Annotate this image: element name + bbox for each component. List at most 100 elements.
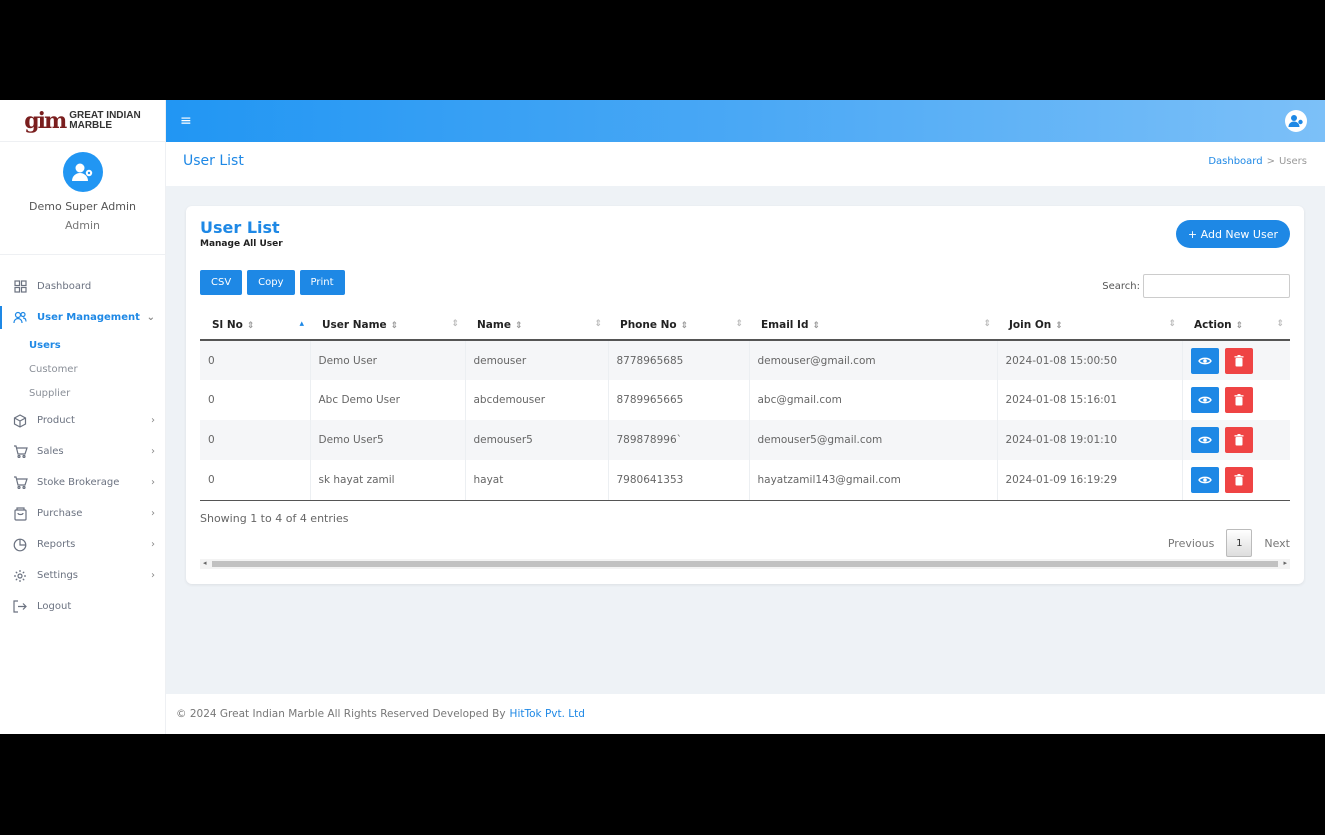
app-window: gim GREAT INDIAN MARBLE Demo Super Admin… <box>0 100 1325 734</box>
cell-user-name: sk hayat zamil <box>310 460 466 501</box>
column-join-on[interactable]: Join On ⇕ ⇕ <box>997 310 1182 341</box>
sort-icon: ⇕ <box>1055 320 1063 331</box>
sidebar: gim GREAT INDIAN MARBLE Demo Super Admin… <box>0 100 166 734</box>
scrollbar-thumb[interactable] <box>212 561 1278 567</box>
logo-mark: gim <box>24 107 67 134</box>
column-name[interactable]: Name ⇕ ⇕ <box>465 310 608 341</box>
page-title: User List <box>183 153 244 169</box>
view-user-button[interactable] <box>1190 347 1219 374</box>
sidebar-item-logout[interactable]: Logout <box>0 591 165 622</box>
sidebar-item-dashboard[interactable]: Dashboard <box>0 271 165 302</box>
eye-icon <box>1197 357 1212 364</box>
delete-user-button[interactable] <box>1224 387 1253 413</box>
previous-page-button[interactable]: Previous <box>1168 537 1215 550</box>
delete-user-button[interactable] <box>1224 347 1253 374</box>
sidebar-subitem-customer[interactable]: Customer <box>0 357 165 381</box>
trash-icon <box>1234 354 1243 366</box>
eye-icon <box>1197 436 1212 444</box>
cell-join-on: 2024-01-09 16:19:29 <box>997 460 1183 501</box>
sidebar-item-label: Logout <box>37 601 72 612</box>
print-button[interactable]: Print <box>299 270 345 295</box>
sidebar-item-sales[interactable]: Sales › <box>0 436 165 467</box>
column-action[interactable]: Action ⇕ ⇕ <box>1182 310 1290 341</box>
cell-sl-no: 0 <box>200 460 311 501</box>
page-header: User List Dashboard > Users <box>166 142 1325 186</box>
sidebar-item-product[interactable]: Product › <box>0 405 165 436</box>
sidebar-item-label: Dashboard <box>37 281 92 292</box>
scroll-right-icon[interactable]: ▸ <box>1283 559 1287 567</box>
user-avatar-icon <box>62 152 103 192</box>
account-avatar-icon[interactable] <box>1285 110 1307 132</box>
view-user-button[interactable] <box>1190 427 1219 453</box>
csv-button[interactable]: CSV <box>200 270 243 295</box>
sidebar-item-label: Product <box>37 415 75 426</box>
cell-user-name: Demo User <box>310 340 466 380</box>
cell-email: demouser5@gmail.com <box>749 420 998 460</box>
dashboard-icon <box>12 279 28 295</box>
add-new-user-button[interactable]: + Add New User <box>1175 220 1290 248</box>
users-table: Sl No ⇕ ▴ User Name ⇕ ⇕ Name ⇕ ⇕ Phone No ⇕ ⇕ Em… <box>200 310 1290 501</box>
chevron-down-icon: ⌄ <box>146 312 155 323</box>
breadcrumb-dashboard-link[interactable]: Dashboard <box>1208 156 1262 167</box>
sidebar-item-settings[interactable]: Settings › <box>0 560 165 591</box>
cell-action <box>1182 380 1290 420</box>
delete-user-button[interactable] <box>1224 427 1253 453</box>
breadcrumb-separator: > <box>1266 156 1275 167</box>
cart-icon <box>12 444 28 460</box>
sort-icon: ⇕ <box>246 320 255 331</box>
column-label: Action <box>1194 318 1232 331</box>
sidebar-item-reports[interactable]: Reports › <box>0 529 165 560</box>
user-list-card: User List Manage All User + Add New User… <box>186 206 1304 584</box>
chevron-right-icon: › <box>151 477 155 488</box>
sidebar-item-label: Reports <box>37 539 76 550</box>
cell-name: demouser <box>465 340 609 380</box>
chevron-right-icon: › <box>151 415 155 426</box>
pagination: Previous 1 Next <box>1168 529 1290 557</box>
sidebar-item-label: User Management <box>37 312 140 323</box>
next-page-button[interactable]: Next <box>1264 537 1290 550</box>
view-user-button[interactable] <box>1190 466 1219 493</box>
sidebar-item-purchase[interactable]: Purchase › <box>0 498 165 529</box>
sort-icon: ⇕ <box>594 319 602 329</box>
delete-user-button[interactable] <box>1224 466 1253 493</box>
column-phone-no[interactable]: Phone No ⇕ ⇕ <box>608 310 749 341</box>
copy-button[interactable]: Copy <box>247 270 295 295</box>
search-input[interactable] <box>1143 274 1290 298</box>
cell-phone: 8778965685 <box>608 340 750 380</box>
table-row: 0 Demo User demouser 8778965685 demouser… <box>200 340 1290 380</box>
cell-action <box>1182 460 1290 501</box>
column-user-name[interactable]: User Name ⇕ ⇕ <box>310 310 465 341</box>
gear-icon <box>12 568 28 584</box>
sidebar-item-user-management[interactable]: User Management ⌄ <box>0 302 165 333</box>
horizontal-scrollbar[interactable]: ◂ ▸ <box>200 559 1290 569</box>
cell-name: abcdemouser <box>465 380 609 420</box>
topbar: ≡ <box>166 100 1325 142</box>
view-user-button[interactable] <box>1190 387 1219 413</box>
logo-line-1: GREAT INDIAN <box>69 109 141 121</box>
card-subtitle: Manage All User <box>200 239 283 249</box>
brand-logo[interactable]: gim GREAT INDIAN MARBLE <box>0 100 165 142</box>
footer-developer-link[interactable]: HitTok Pvt. Ltd <box>510 708 585 720</box>
sort-icon: ⇕ <box>451 319 459 329</box>
logout-icon <box>12 599 28 615</box>
breadcrumb: Dashboard > Users <box>1208 156 1307 167</box>
menu-toggle-icon[interactable]: ≡ <box>180 113 192 129</box>
table-row: 0 Abc Demo User abcdemouser 8789965665 a… <box>200 380 1290 420</box>
profile-panel: Demo Super Admin Admin <box>0 142 165 255</box>
sidebar-subitem-users[interactable]: Users <box>0 333 165 357</box>
chevron-right-icon: › <box>151 539 155 550</box>
sidebar-item-stoke-brokerage[interactable]: Stoke Brokerage › <box>0 467 165 498</box>
sort-asc-icon: ▴ <box>299 319 304 329</box>
scroll-left-icon[interactable]: ◂ <box>203 559 207 567</box>
cell-email: demouser@gmail.com <box>749 340 998 380</box>
sidebar-nav: Dashboard User Management ⌄ Users Custom… <box>0 255 165 622</box>
trash-icon <box>1234 434 1243 446</box>
column-label: Email Id <box>761 318 809 331</box>
column-sl-no[interactable]: Sl No ⇕ ▴ <box>200 310 310 341</box>
column-email-id[interactable]: Email Id ⇕ ⇕ <box>749 310 997 341</box>
cart-icon <box>12 475 28 491</box>
sort-icon: ⇕ <box>812 320 821 331</box>
page-number-button[interactable]: 1 <box>1226 529 1253 557</box>
eye-icon <box>1197 396 1212 404</box>
sidebar-subitem-supplier[interactable]: Supplier <box>0 381 165 405</box>
